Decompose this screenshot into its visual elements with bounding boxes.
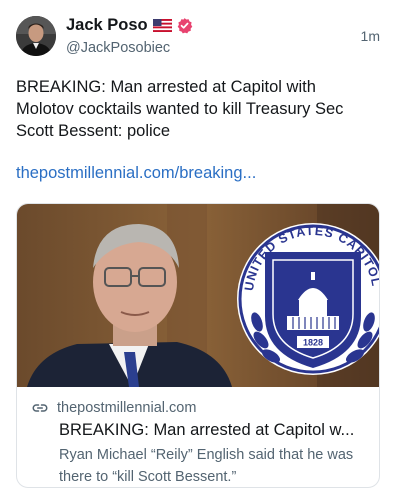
card-photo: UNITED STATES CAPITOL POLICE 1828 <box>17 204 379 387</box>
card-domain: thepostmillennial.com <box>57 400 197 416</box>
link-preview-card[interactable]: UNITED STATES CAPITOL POLICE 1828 <box>16 203 380 488</box>
author-names: Jack Poso @JackPosobiec <box>66 14 193 56</box>
post-link[interactable]: thepostmillennial.com/breaking... <box>16 164 256 183</box>
card-description: Ryan Michael “Reily” English said that h… <box>59 447 354 485</box>
seal-year: 1828 <box>303 338 323 348</box>
avatar[interactable] <box>16 16 56 56</box>
link-icon <box>32 404 48 412</box>
handle[interactable]: @JackPosobiec <box>66 40 193 56</box>
display-name[interactable]: Jack Poso <box>66 16 148 35</box>
card-meta: thepostmillennial.com BREAKING: Man arre… <box>31 398 371 487</box>
post-text: BREAKING: Man arrested at Capitol with M… <box>16 78 344 140</box>
card-image[interactable]: UNITED STATES CAPITOL POLICE 1828 <box>17 204 379 387</box>
verified-badge-icon <box>177 17 192 33</box>
us-flag-icon <box>152 18 172 32</box>
post-header: Jack Poso @JackPosobiec 1m <box>16 14 380 60</box>
avatar-image <box>16 16 56 56</box>
timestamp[interactable]: 1m <box>361 28 380 44</box>
card-domain-row: thepostmillennial.com <box>31 398 371 418</box>
name-row: Jack Poso <box>66 14 193 36</box>
card-title[interactable]: BREAKING: Man arrested at Capitol w... <box>59 419 371 441</box>
